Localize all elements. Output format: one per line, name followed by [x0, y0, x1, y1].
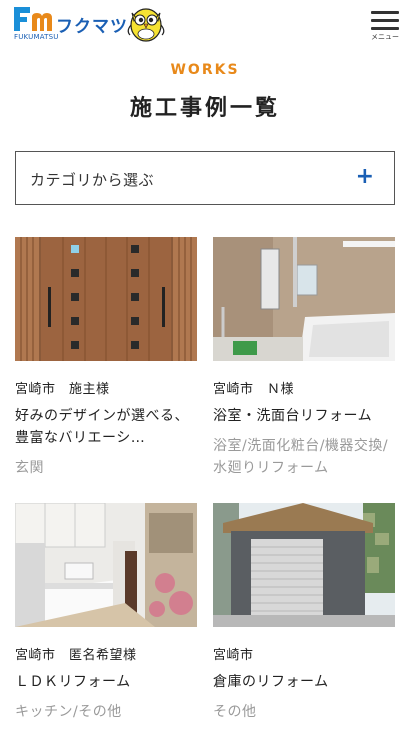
work-card[interactable]: 宮崎市 Ｎ様 浴室・洗面台リフォーム 浴室/洗面化粧台/機器交換/水廻りリフォー…: [213, 237, 395, 479]
work-card-location: 宮崎市 Ｎ様: [213, 382, 295, 397]
work-card-title: 浴室・洗面台リフォーム: [213, 408, 373, 424]
logo-name: フクマツ: [56, 17, 128, 37]
work-card-tags: キッチン/その他: [15, 704, 122, 720]
work-card-image: [15, 237, 197, 361]
category-select-button[interactable]: カテゴリから選ぶ +: [15, 151, 395, 205]
plus-icon: +: [355, 164, 374, 189]
work-card-location: 宮崎市: [213, 648, 254, 663]
menu-bar-icon: [371, 19, 399, 22]
page-title: 施工事例一覧: [129, 96, 280, 121]
site-logo[interactable]: FUKUMATSU フクマツ: [12, 3, 172, 43]
work-card-location: 宮崎市 施主様: [15, 382, 110, 397]
menu-bar-icon: [371, 11, 399, 14]
work-card-image: [213, 237, 395, 361]
menu-bar-icon: [371, 27, 399, 30]
work-card-title: 倉庫のリフォーム: [213, 674, 329, 690]
site-header: FUKUMATSU フクマツ メニュー: [0, 0, 410, 44]
menu-label: メニュー: [371, 33, 399, 41]
logo-subtitle: FUKUMATSU: [14, 33, 59, 41]
work-card-image: [15, 503, 197, 627]
work-card-location: 宮崎市 匿名希望様: [15, 648, 137, 663]
work-card-tags: 浴室/洗面化粧台/機器交換/水廻りリフォーム: [213, 438, 389, 476]
category-select-label: カテゴリから選ぶ: [30, 171, 155, 189]
work-card[interactable]: 宮崎市 倉庫のリフォーム その他: [213, 503, 395, 723]
section-label: WORKS: [170, 62, 240, 78]
hamburger-menu-button[interactable]: メニュー: [370, 8, 400, 41]
work-card-title: ＬＤＫリフォーム: [15, 674, 131, 690]
mascot-owl-icon: [124, 3, 168, 43]
work-card-image: [213, 503, 395, 627]
work-card-title: 好みのデザインが選べる、豊富なバリエーシ…: [15, 408, 189, 446]
work-card[interactable]: 宮崎市 匿名希望様 ＬＤＫリフォーム キッチン/その他: [15, 503, 197, 723]
work-card[interactable]: 宮崎市 施主様 好みのデザインが選べる、豊富なバリエーシ… 玄関: [15, 237, 197, 479]
work-card-tags: 玄関: [15, 460, 44, 476]
work-card-tags: その他: [213, 704, 257, 720]
fm-logo-mark: [14, 5, 54, 33]
